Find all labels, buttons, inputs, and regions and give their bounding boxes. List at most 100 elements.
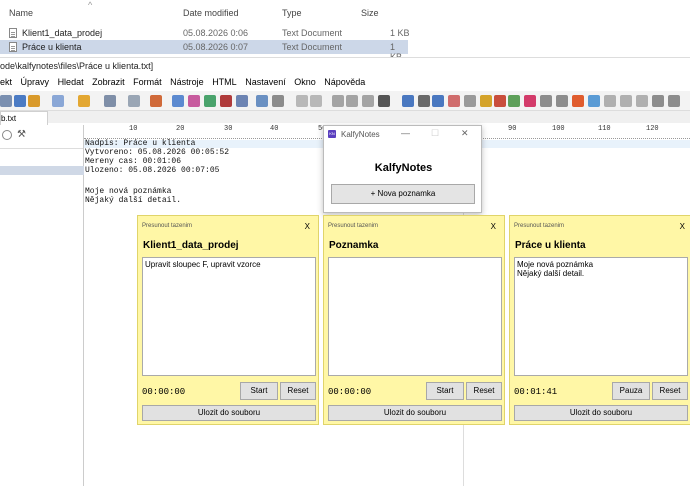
zoom-icon[interactable] [204,95,216,107]
new-note-button[interactable]: + Nova poznamka [331,184,475,204]
globe-icon[interactable] [588,95,600,107]
note-timer: 00:00:00 [328,387,372,397]
file-row[interactable]: Práce u klienta 05.08.2026 0:07 Text Doc… [0,40,408,62]
folder-icon[interactable] [78,95,90,107]
delete-icon[interactable] [378,95,390,107]
file-type: Text Document [282,28,343,38]
column-size[interactable]: Size [361,8,379,18]
file-date: 05.08.2026 0:07 [183,42,249,52]
save-to-file-button[interactable]: Ulozit do souboru [328,405,502,421]
cut-icon[interactable] [52,95,64,107]
reset-button[interactable]: Reset [280,382,316,400]
save-icon[interactable] [28,95,40,107]
menu-item[interactable]: Úpravy [21,77,50,87]
print-icon[interactable] [104,95,116,107]
panel-toggle-icon[interactable] [2,130,12,140]
save-to-file-button[interactable]: Ulozit do souboru [514,405,688,421]
paste-icon[interactable] [150,95,162,107]
list-icon[interactable] [540,95,552,107]
guide-icon[interactable] [432,95,444,107]
column-date[interactable]: Date modified [183,8,239,18]
note-body-textarea[interactable]: Upravit sloupec F, upravit vzorce [142,257,316,376]
tab-file[interactable]: b.txt [0,111,48,125]
close-note-button[interactable]: X [680,222,685,231]
kalfy-logo-icon: KN [328,130,336,138]
column-type[interactable]: Type [282,8,302,18]
view-icon[interactable] [402,95,414,107]
split-icon[interactable] [464,95,476,107]
menu-item[interactable]: Zobrazit [92,77,125,87]
replace-icon[interactable] [188,95,200,107]
window-title: ode\kalfynotes\files\Práce u klienta.txt… [0,61,154,71]
ruler-tick: 40 [270,125,279,133]
redo-icon[interactable] [310,95,322,107]
menu-item[interactable]: Nápověda [324,77,365,87]
note-body-textarea[interactable]: Moje nová poznámka Nějaký další detail. [514,257,688,376]
maximize-icon[interactable]: ☐ [431,128,439,139]
wrap-icon[interactable] [256,95,268,107]
menu-item[interactable]: ekt [0,77,12,87]
close-note-button[interactable]: X [305,222,310,231]
menu-item[interactable]: Okno [294,77,316,87]
panel-settings-icon[interactable]: ⚒ [17,129,26,140]
column-name[interactable]: Name [9,8,33,18]
record-icon[interactable] [494,95,506,107]
drag-handle[interactable]: Presunout tazenim [328,223,378,229]
ruler-tick: 20 [176,125,185,133]
play-icon[interactable] [508,95,520,107]
undo-icon[interactable] [296,95,308,107]
menu-item[interactable]: Formát [133,77,162,87]
close-icon[interactable]: ✕ [461,128,469,139]
tools-icon[interactable] [604,95,616,107]
editor-line: Vytvoreno: 05.08.2026 00:05:52 [85,148,230,157]
menu-item[interactable]: Nástroje [170,77,204,87]
reset-button[interactable]: Reset [466,382,502,400]
spell-icon[interactable] [636,95,648,107]
menu-bar: ekt Úpravy Hledat Zobrazit Formát Nástro… [0,74,690,91]
side-panel: ⚒ [0,125,84,486]
panel-selected-item[interactable] [0,166,84,175]
file-row[interactable]: Klient1_data_prodej 05.08.2026 0:06 Text… [0,26,690,40]
filter-icon[interactable] [668,95,680,107]
monitor-icon[interactable] [652,95,664,107]
menu-item[interactable]: Hledat [58,77,84,87]
kalfy-title-bar[interactable]: KN KalfyNotes — ☐ ✕ [324,126,481,142]
drag-handle[interactable]: Presunout tazenim [142,223,192,229]
copy-icon[interactable] [128,95,140,107]
tab-bar [0,111,690,123]
char-icon[interactable] [620,95,632,107]
note-body-textarea[interactable] [328,257,502,376]
macro-icon[interactable] [448,95,460,107]
start-button[interactable]: Start [240,382,278,400]
note-title: Práce u klienta [515,240,586,251]
paste2-icon[interactable] [362,95,374,107]
save-to-file-button[interactable]: Ulozit do souboru [142,405,316,421]
pilcrow-icon[interactable] [418,95,430,107]
ruler-tick: 120 [646,125,659,133]
sync-icon[interactable] [236,95,248,107]
ruler-tick: 100 [552,125,565,133]
pause-button[interactable]: Pauza [612,382,650,400]
open-icon[interactable] [14,95,26,107]
minimize-icon[interactable]: — [401,128,410,138]
editor-line: Moje nová poznámka [85,187,172,196]
menu-item[interactable]: HTML [212,77,237,87]
menu-item[interactable]: Nastavení [245,77,286,87]
stop-icon[interactable] [524,95,536,107]
bookmark-icon[interactable] [220,95,232,107]
copy2-icon[interactable] [346,95,358,107]
close-note-button[interactable]: X [491,222,496,231]
ruler-tick: 10 [129,125,138,133]
start-button[interactable]: Start [426,382,464,400]
drag-handle[interactable]: Presunout tazenim [514,223,564,229]
scissors-icon[interactable] [332,95,344,107]
map-icon[interactable] [556,95,568,107]
find-icon[interactable] [172,95,184,107]
reset-button[interactable]: Reset [652,382,688,400]
new-file-icon[interactable] [0,95,12,107]
palette-icon[interactable] [572,95,584,107]
kalfy-heading: KalfyNotes [374,162,433,174]
kalfynotes-window: KN KalfyNotes — ☐ ✕ KalfyNotes + Nova po… [323,125,482,213]
lock-icon[interactable] [480,95,492,107]
indent-icon[interactable] [272,95,284,107]
